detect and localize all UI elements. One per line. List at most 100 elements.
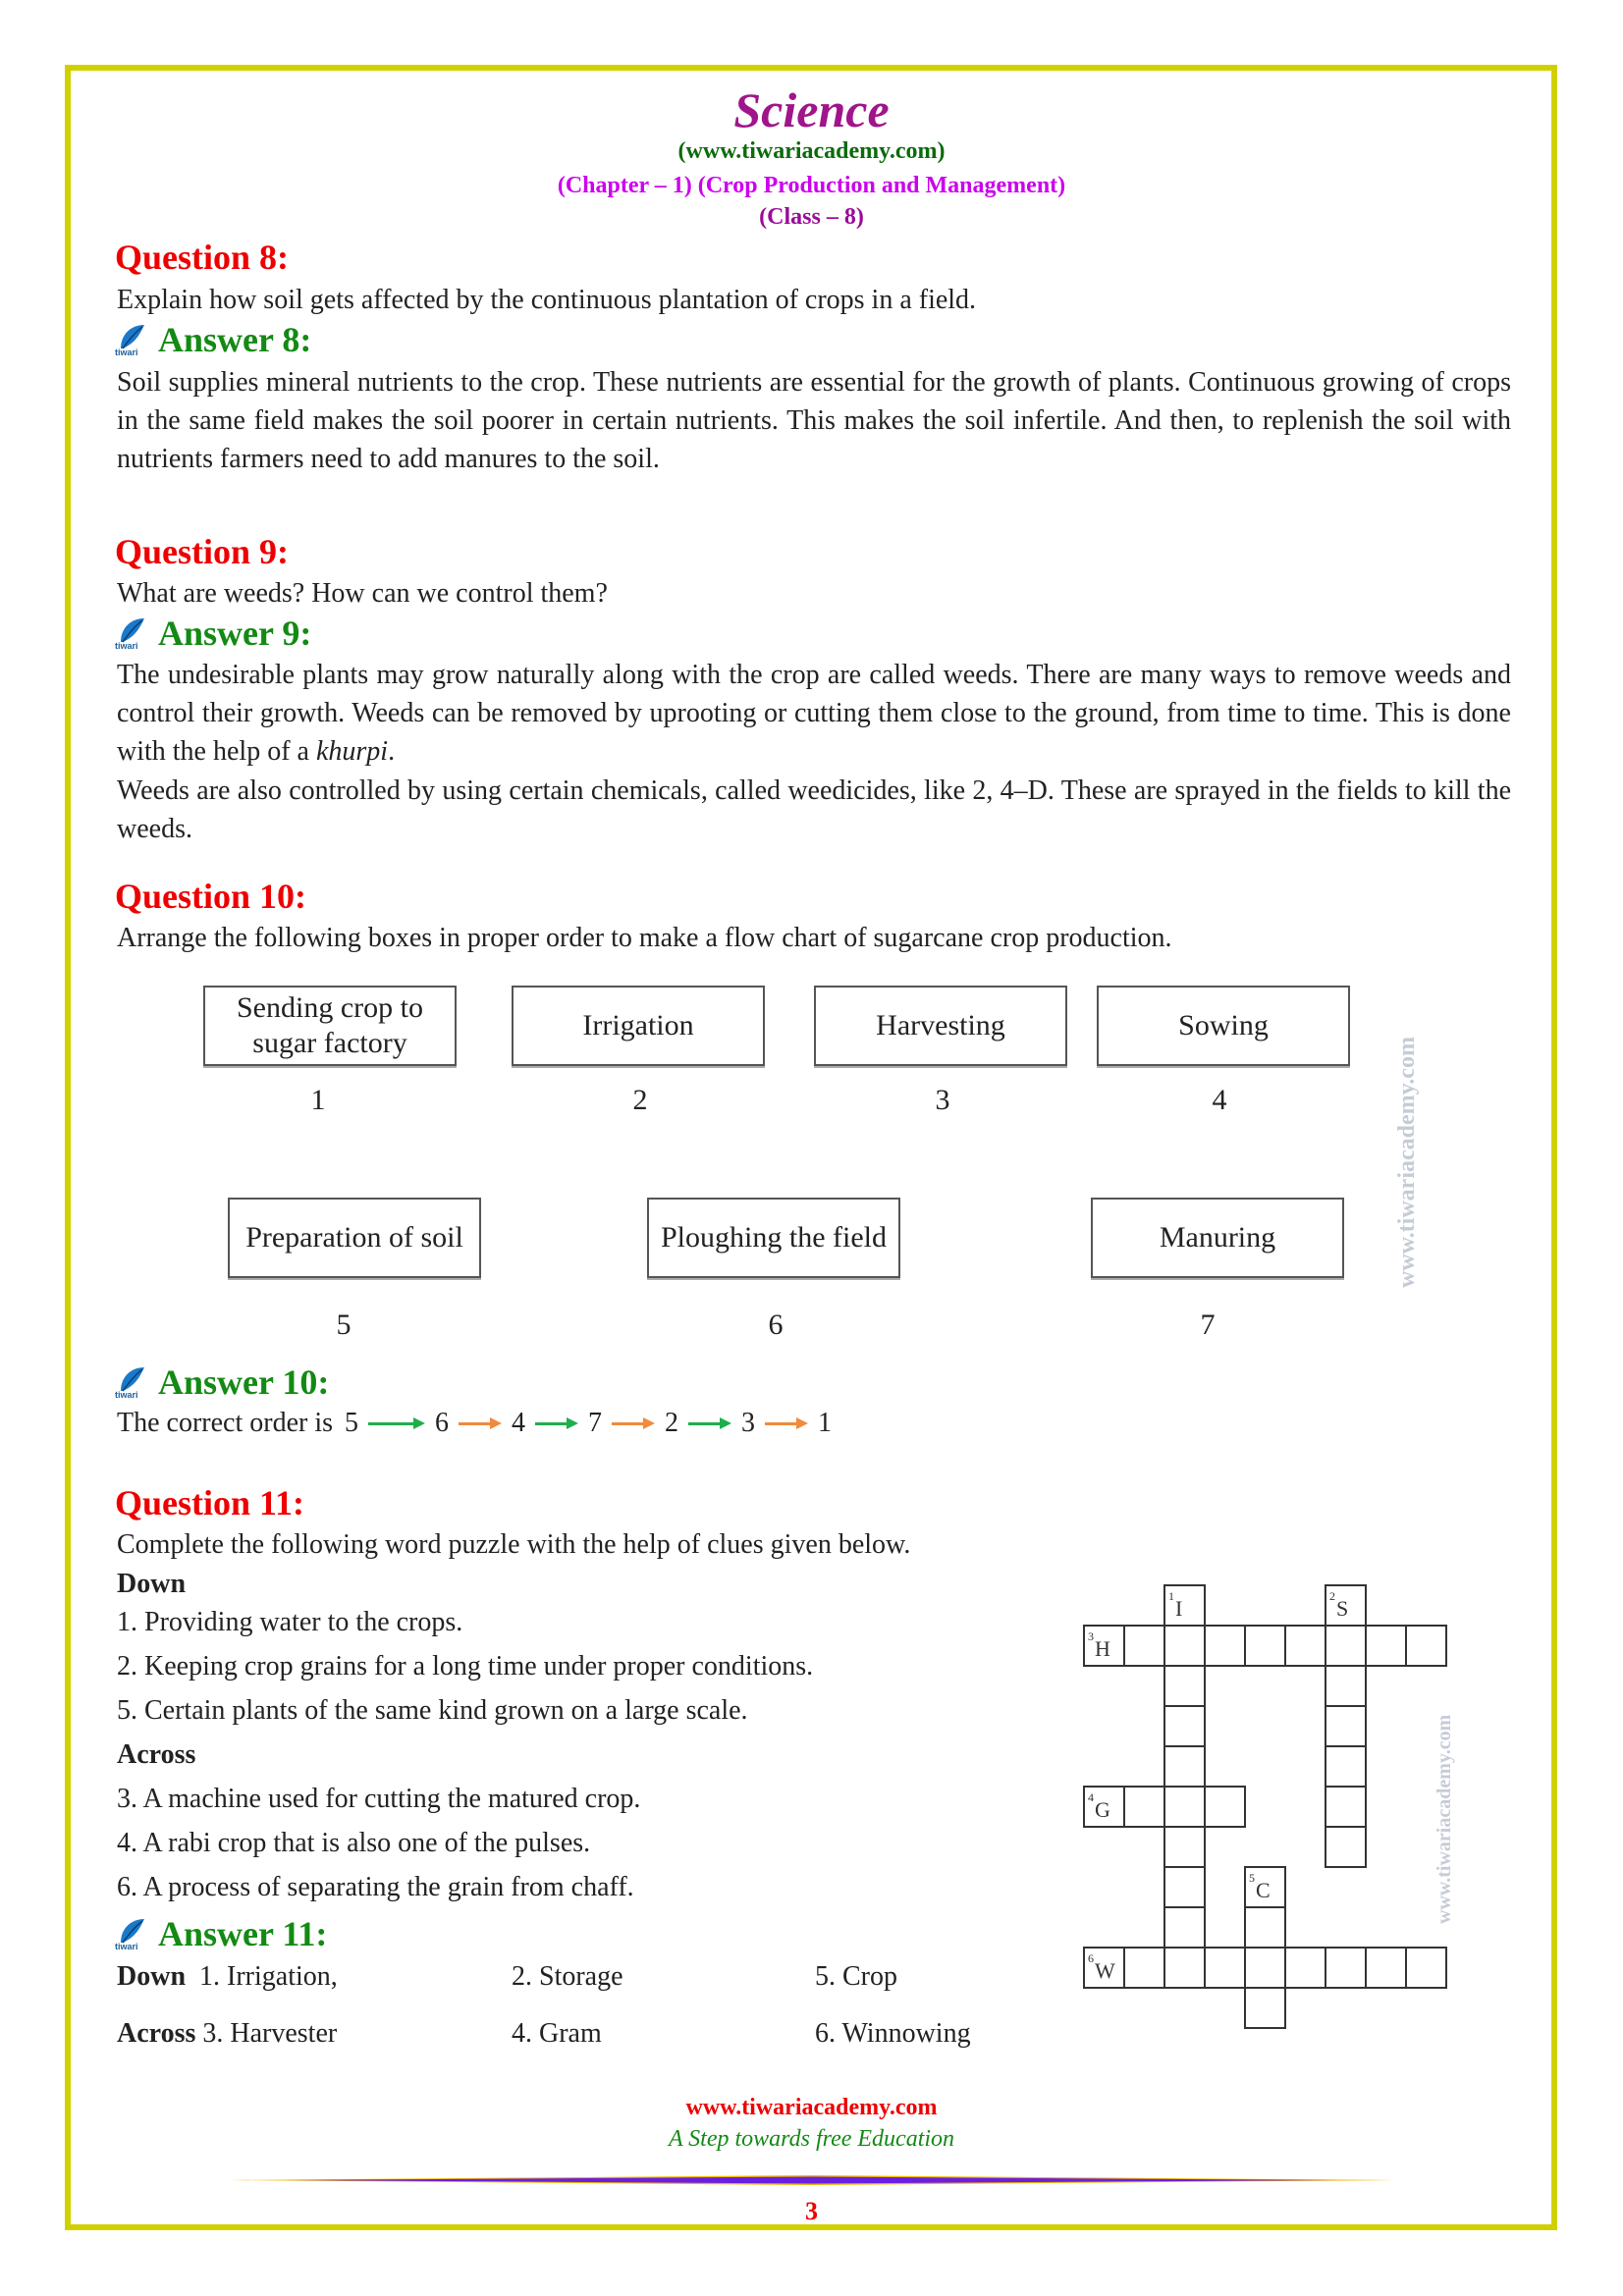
crossword-cell[interactable] bbox=[1405, 1947, 1447, 1989]
clue-number: 4 bbox=[1088, 1790, 1094, 1804]
crossword-cell-5[interactable]: 5C bbox=[1244, 1866, 1286, 1908]
crossword-cell[interactable] bbox=[1163, 1826, 1206, 1868]
clue-number: 5 bbox=[1249, 1871, 1255, 1885]
watermark-crossword: www.tiwariacademy.com bbox=[1434, 1714, 1455, 1924]
crossword-cell[interactable] bbox=[1325, 1826, 1367, 1868]
crossword-cell-1[interactable]: 1I bbox=[1163, 1584, 1206, 1627]
crossword-cell[interactable] bbox=[1284, 1625, 1326, 1667]
crossword-cell[interactable] bbox=[1365, 1625, 1407, 1667]
crossword-cell[interactable] bbox=[1123, 1625, 1165, 1667]
flow-box-4-number: 4 bbox=[1212, 1084, 1227, 1116]
flow-box-1: Sending crop to sugar factory bbox=[203, 986, 457, 1066]
question-9-heading: Question 9: bbox=[115, 532, 290, 571]
footer-website[interactable]: www.tiwariacademy.com bbox=[0, 2095, 1623, 2121]
arrow-right-icon bbox=[612, 1417, 655, 1429]
answer-across-4: 4. Gram bbox=[512, 2018, 602, 2049]
svg-text:tiwari: tiwari bbox=[115, 641, 138, 650]
order-step: 4 bbox=[512, 1408, 525, 1438]
crossword-cell[interactable] bbox=[1244, 1625, 1286, 1667]
crossword-cell[interactable] bbox=[1163, 1947, 1206, 1989]
crossword-cell[interactable] bbox=[1325, 1705, 1367, 1747]
across-clue-6: 6. A process of separating the grain fro… bbox=[117, 1872, 634, 1902]
crossword-cell[interactable] bbox=[1405, 1625, 1447, 1667]
crossword-cell[interactable] bbox=[1123, 1947, 1165, 1989]
tiwari-logo-icon: tiwari bbox=[115, 323, 150, 357]
crossword-cell[interactable] bbox=[1204, 1786, 1246, 1828]
crossword-cell[interactable] bbox=[1365, 1947, 1407, 1989]
answer-across-label: Across bbox=[117, 2018, 196, 2049]
header-website: (www.tiwariacademy.com) bbox=[677, 138, 946, 164]
crossword-cell[interactable] bbox=[1244, 1987, 1286, 2029]
answer-8-heading-row: tiwari Answer 8: bbox=[115, 320, 311, 359]
flow-box-7-number: 7 bbox=[1200, 1308, 1216, 1341]
crossword-cell[interactable] bbox=[1163, 1866, 1206, 1908]
flow-box-6: Ploughing the field bbox=[647, 1198, 900, 1278]
answer-10-order: The correct order is 5 6 4 7 2 3 1 bbox=[117, 1404, 836, 1443]
arrow-right-icon bbox=[368, 1417, 425, 1429]
clue-letter: W bbox=[1095, 1958, 1115, 1983]
across-clue-3: 3. A machine used for cutting the mature… bbox=[117, 1784, 641, 1814]
flow-box-5-number: 5 bbox=[336, 1308, 352, 1341]
header-chapter: (Chapter – 1) (Crop Production and Manag… bbox=[557, 173, 1066, 198]
crossword-cell[interactable] bbox=[1204, 1947, 1246, 1989]
flow-box-1-number: 1 bbox=[310, 1084, 326, 1116]
crossword-cell[interactable] bbox=[1325, 1947, 1367, 1989]
page-number: 3 bbox=[805, 2197, 818, 2225]
order-sequence: 5 6 4 7 2 3 1 bbox=[341, 1404, 836, 1443]
crossword-cell[interactable] bbox=[1163, 1786, 1206, 1828]
flow-box-5: Preparation of soil bbox=[228, 1198, 481, 1278]
answer-down-1: 1. Irrigation, bbox=[199, 1961, 338, 1992]
question-10-heading: Question 10: bbox=[115, 877, 307, 916]
question-9-text: What are weeds? How can we control them? bbox=[117, 578, 608, 609]
crossword-cell[interactable] bbox=[1163, 1625, 1206, 1667]
arrow-right-icon bbox=[688, 1417, 731, 1429]
answer-across-6: 6. Winnowing bbox=[815, 2018, 971, 2049]
answer-9-heading: Answer 9: bbox=[158, 614, 312, 653]
crossword-cell-6[interactable]: 6W bbox=[1083, 1947, 1125, 1989]
crossword-cell-3[interactable]: 3H bbox=[1083, 1625, 1125, 1667]
clue-letter: G bbox=[1095, 1797, 1110, 1822]
crossword-cell[interactable] bbox=[1163, 1705, 1206, 1747]
crossword-cell[interactable] bbox=[1325, 1665, 1367, 1707]
across-clue-4: 4. A rabi crop that is also one of the p… bbox=[117, 1828, 591, 1858]
down-clue-5: 5. Certain plants of the same kind grown… bbox=[117, 1695, 748, 1726]
arrow-right-icon bbox=[535, 1417, 578, 1429]
watermark-flowchart: www.tiwariacademy.com bbox=[1394, 1037, 1420, 1288]
answer-11-heading-row: tiwari Answer 11: bbox=[115, 1914, 327, 1953]
down-label: Down bbox=[117, 1569, 187, 1599]
crossword-cell[interactable] bbox=[1163, 1906, 1206, 1949]
crossword-cell[interactable] bbox=[1284, 1947, 1326, 1989]
crossword-cell[interactable] bbox=[1123, 1786, 1165, 1828]
answer-down-5: 5. Crop bbox=[815, 1961, 897, 1992]
footer-tagline: A Step towards free Education bbox=[668, 2126, 955, 2152]
crossword-cell[interactable] bbox=[1325, 1786, 1367, 1828]
order-step: 6 bbox=[435, 1408, 449, 1438]
question-11-text: Complete the following word puzzle with … bbox=[117, 1529, 911, 1560]
crossword-cell[interactable] bbox=[1325, 1625, 1367, 1667]
flow-box-3: Harvesting bbox=[814, 986, 1067, 1066]
flow-box-2: Irrigation bbox=[512, 986, 765, 1066]
answer-9-italic-term: khurpi bbox=[315, 736, 389, 767]
clue-number: 3 bbox=[1088, 1629, 1094, 1643]
flow-box-2-number: 2 bbox=[632, 1084, 648, 1116]
crossword-cell[interactable] bbox=[1244, 1906, 1286, 1949]
crossword-cell-4[interactable]: 4G bbox=[1083, 1786, 1125, 1828]
answer-9-paragraph-2: Weeds are also controlled by using certa… bbox=[117, 775, 1511, 844]
crossword-cell[interactable] bbox=[1204, 1625, 1246, 1667]
crossword-cell[interactable] bbox=[1244, 1947, 1286, 1989]
clue-letter: S bbox=[1336, 1596, 1349, 1621]
answer-10-prefix: The correct order is bbox=[117, 1408, 333, 1438]
answer-8-heading: Answer 8: bbox=[158, 320, 312, 359]
crossword-cell[interactable] bbox=[1163, 1665, 1206, 1707]
svg-text:tiwari: tiwari bbox=[115, 347, 138, 356]
clue-letter: C bbox=[1256, 1878, 1271, 1902]
header-class: (Class – 8) bbox=[759, 204, 864, 230]
answer-9-text-part: . bbox=[388, 736, 396, 767]
crossword-cell-2[interactable]: 2S bbox=[1325, 1584, 1367, 1627]
crossword-cell[interactable] bbox=[1163, 1745, 1206, 1788]
crossword-cell[interactable] bbox=[1325, 1745, 1367, 1788]
answer-9-paragraph-1: The undesirable plants may grow naturall… bbox=[117, 656, 1511, 771]
arrow-right-icon bbox=[459, 1417, 502, 1429]
answer-9-heading-row: tiwari Answer 9: bbox=[115, 614, 311, 653]
question-8-heading: Question 8: bbox=[115, 238, 290, 277]
